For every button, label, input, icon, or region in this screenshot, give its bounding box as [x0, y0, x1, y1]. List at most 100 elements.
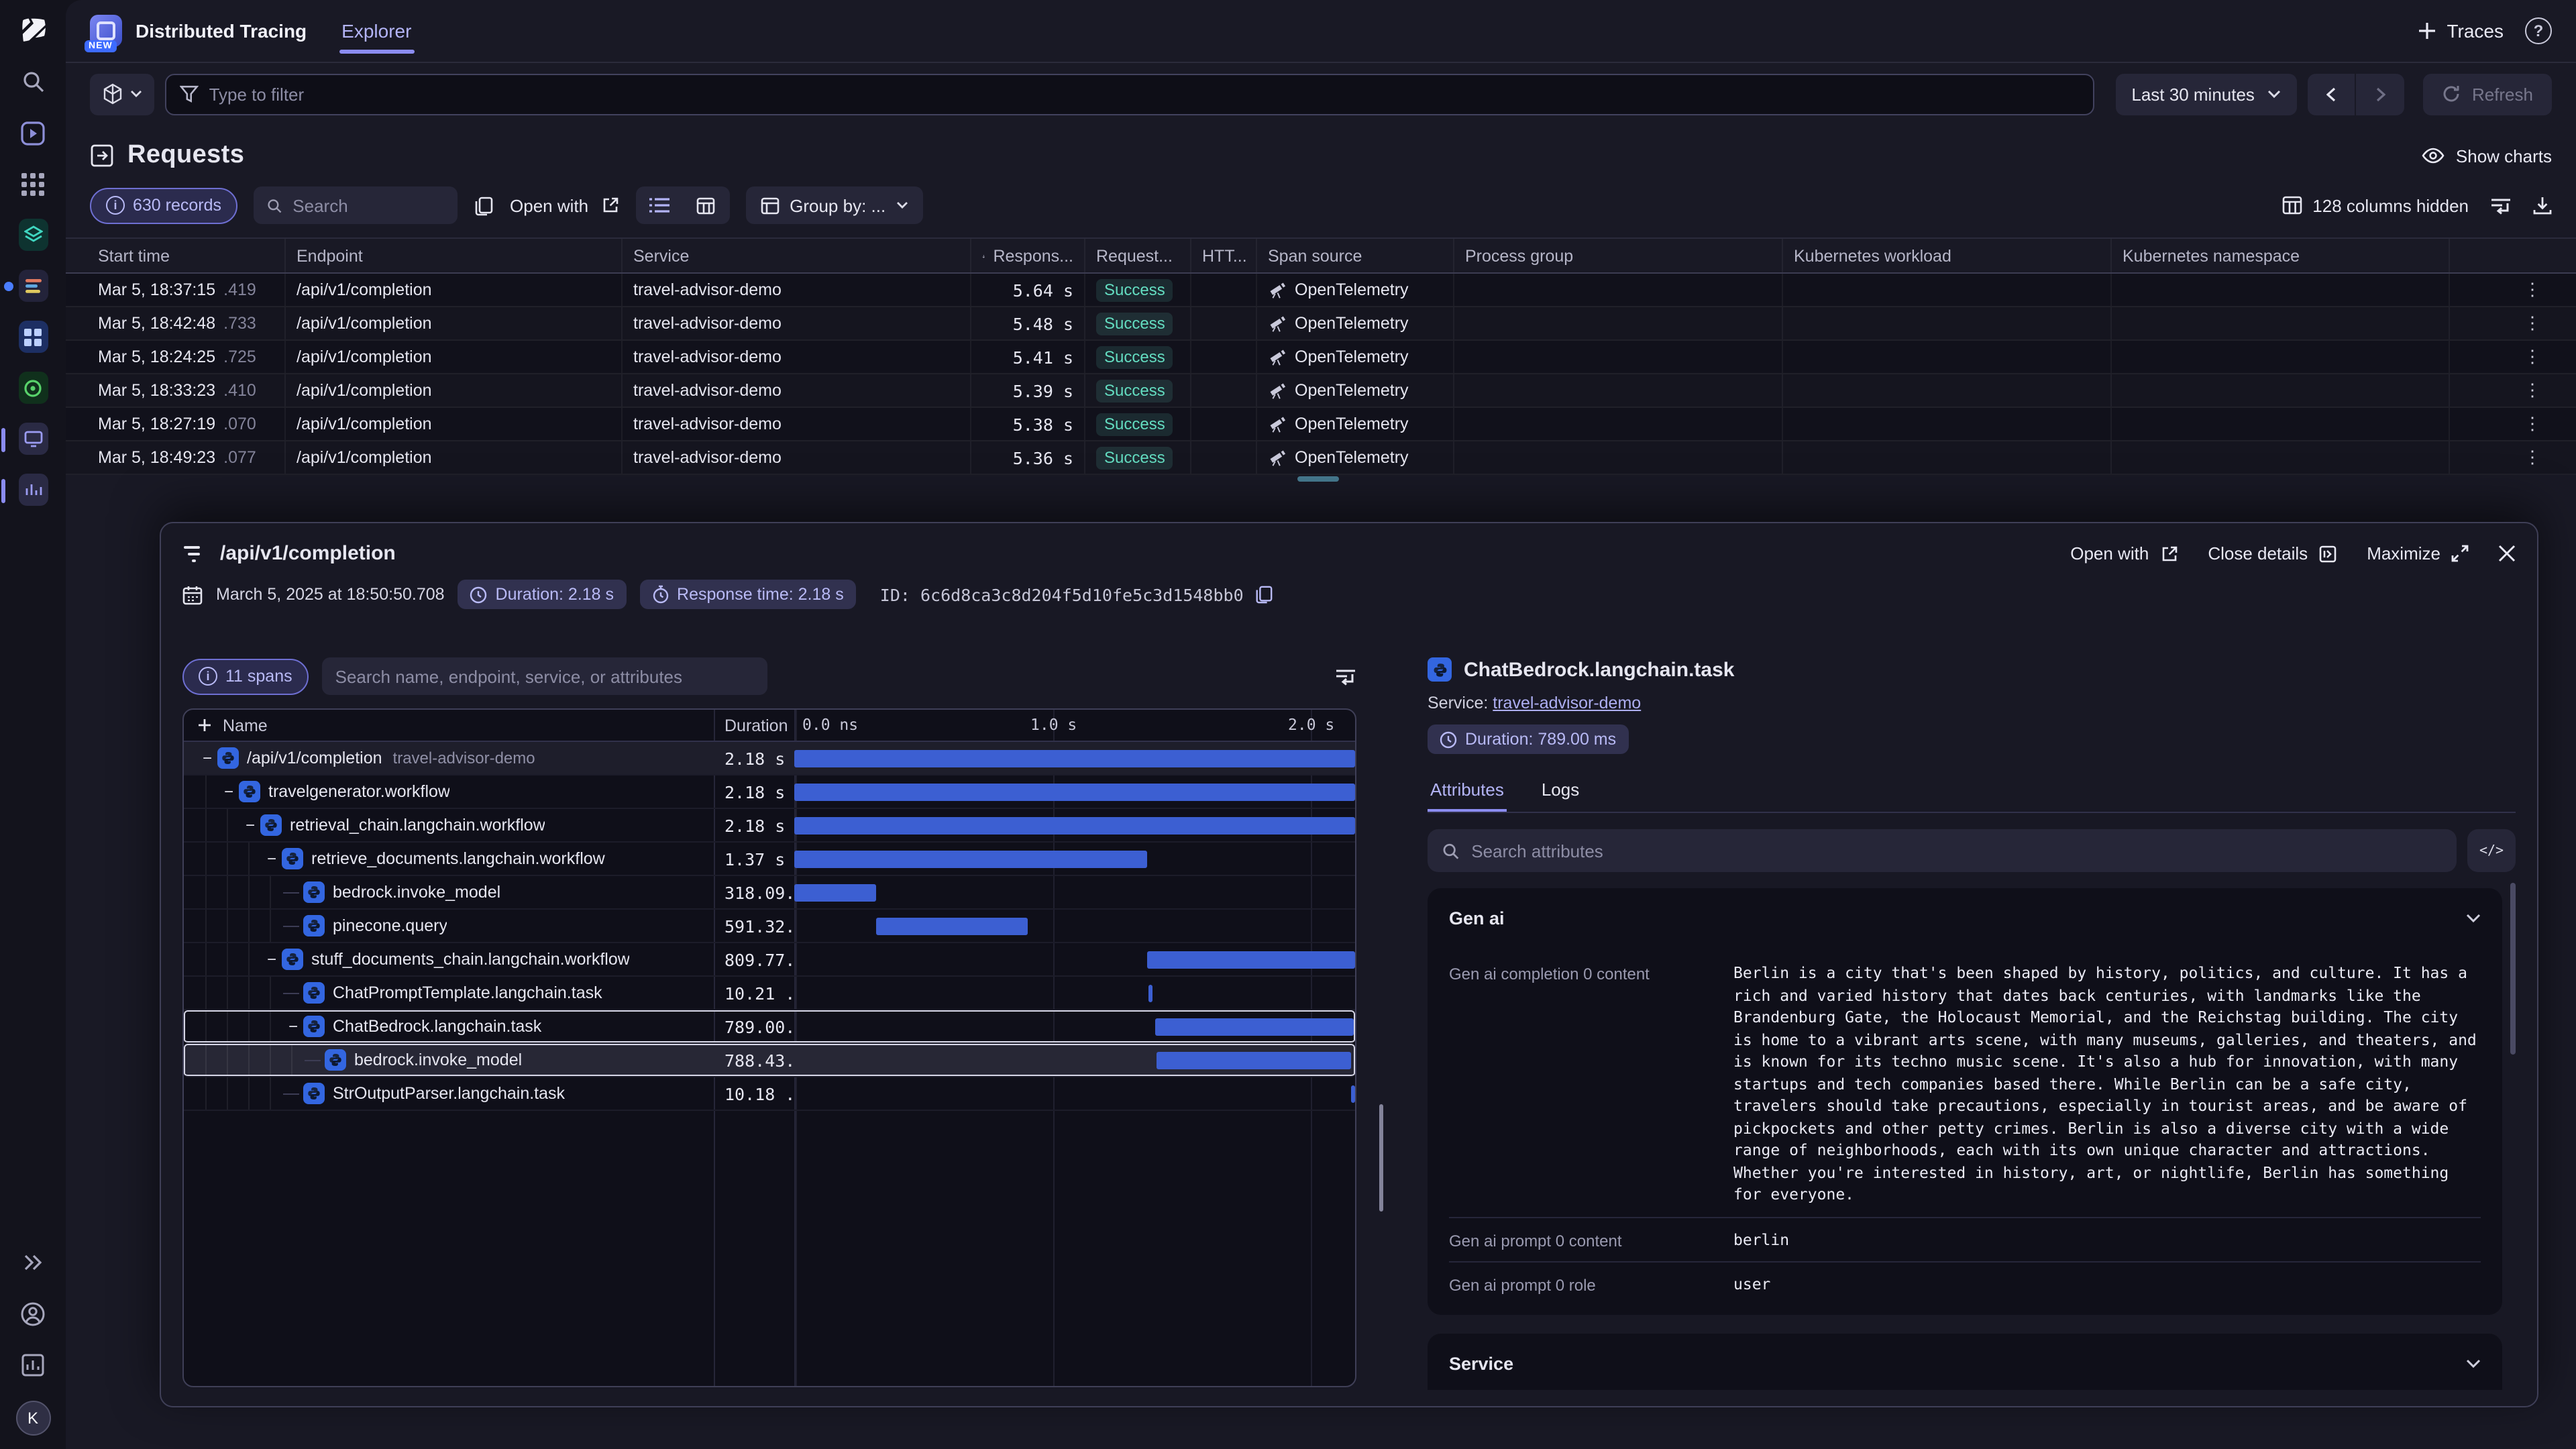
column-header[interactable]: HTT... [1190, 239, 1256, 272]
column-header[interactable]: Kubernetes workload [1782, 239, 2110, 272]
table-row[interactable]: Mar 5, 18:27:19.070 /api/v1/completion t… [66, 408, 2576, 441]
details-open-with-button[interactable]: Open with [2070, 543, 2178, 564]
code-view-button[interactable]: </> [2467, 829, 2516, 872]
row-menu-icon[interactable]: ⋮ [2524, 279, 2544, 301]
column-header[interactable]: Request... [1084, 239, 1190, 272]
pinned-app-1-icon[interactable] [18, 424, 48, 453]
show-charts-button[interactable]: Show charts [2422, 146, 2552, 166]
time-back-button[interactable] [2308, 73, 2357, 115]
table-row[interactable]: Mar 5, 18:24:25.725 /api/v1/completion t… [66, 341, 2576, 374]
column-header[interactable]: Process group [1453, 239, 1782, 272]
playback-icon[interactable] [18, 118, 48, 148]
logs-app-icon[interactable] [18, 271, 48, 301]
collapse-icon[interactable]: − [262, 950, 282, 969]
span-bar[interactable] [1155, 1018, 1354, 1036]
row-menu-icon[interactable]: ⋮ [2524, 313, 2544, 334]
collapse-icon[interactable]: − [262, 849, 282, 868]
requests-search-input[interactable] [292, 195, 444, 215]
span-bar[interactable] [794, 784, 1355, 801]
user-avatar[interactable]: K [15, 1401, 50, 1436]
time-range-button[interactable]: Last 30 minutes [2115, 73, 2298, 115]
span-row[interactable]: − ChatBedrock.langchain.task 789.00... [184, 1010, 1355, 1044]
span-row[interactable]: − stuff_documents_chain.langchain.workfl… [184, 943, 1355, 977]
table-row[interactable]: Mar 5, 18:42:48.733 /api/v1/completion t… [66, 307, 2576, 341]
search-icon[interactable] [18, 67, 48, 97]
table-row[interactable]: Mar 5, 18:49:23.077 /api/v1/completion t… [66, 441, 2576, 475]
collapse-icon[interactable]: − [240, 816, 260, 835]
duration-column-header[interactable]: Duration [714, 716, 794, 735]
span-row[interactable]: bedrock.invoke_model 318.09... [184, 876, 1355, 910]
span-bar[interactable] [1157, 1052, 1352, 1069]
collapse-icon[interactable]: − [197, 749, 217, 767]
account-icon[interactable] [18, 1299, 48, 1328]
attributes-scrollbar[interactable] [2510, 883, 2516, 1055]
expand-all-icon[interactable] [197, 718, 212, 733]
row-menu-icon[interactable]: ⋮ [2524, 447, 2544, 468]
maximize-button[interactable]: Maximize [2367, 543, 2469, 564]
tab-logs[interactable]: Logs [1539, 770, 1582, 812]
column-header-sorted[interactable]: Respons... [970, 239, 1084, 272]
attribute-row[interactable]: Gen ai prompt 0 role user [1449, 1261, 2481, 1306]
span-bar[interactable] [794, 851, 1147, 868]
column-header[interactable]: Span source [1256, 239, 1453, 272]
span-row[interactable]: StrOutputParser.langchain.task 10.18 ... [184, 1077, 1355, 1111]
download-icon[interactable] [2533, 196, 2552, 215]
expand-rail-icon[interactable] [18, 1248, 48, 1277]
close-details-button[interactable]: Close details [2208, 543, 2337, 564]
reorder-columns-icon[interactable] [2490, 197, 2512, 214]
list-view-button[interactable] [635, 186, 682, 224]
table-row[interactable]: Mar 5, 18:37:15.419 /api/v1/completion t… [66, 274, 2576, 307]
attributes-search-input[interactable] [1471, 841, 2442, 861]
span-row[interactable]: − /api/v1/completion travel-advisor-demo… [184, 742, 1355, 775]
copy-icon[interactable] [474, 195, 494, 215]
column-header[interactable]: Service [621, 239, 970, 272]
span-sort-icon[interactable] [1335, 667, 1356, 685]
span-bar[interactable] [794, 817, 1355, 835]
pane-resizer-handle[interactable] [1379, 1104, 1383, 1212]
chevron-down-icon[interactable] [2466, 1358, 2481, 1368]
table-horizontal-scrollbar[interactable] [1297, 476, 1339, 482]
row-menu-icon[interactable]: ⋮ [2524, 346, 2544, 368]
dashboards-icon[interactable] [18, 1350, 48, 1379]
table-view-button[interactable] [682, 186, 729, 224]
smartscape-app-icon[interactable] [18, 220, 48, 250]
chevron-down-icon[interactable] [2466, 914, 2481, 923]
columns-hidden-button[interactable]: 128 columns hidden [2282, 195, 2469, 215]
refresh-button[interactable]: Refresh [2424, 73, 2552, 115]
table-row[interactable]: Mar 5, 18:33:23.410 /api/v1/completion t… [66, 374, 2576, 408]
collapse-icon[interactable]: − [283, 1017, 303, 1036]
span-bar[interactable] [794, 750, 1355, 767]
dynatrace-logo-icon[interactable] [18, 16, 48, 46]
span-row[interactable]: pinecone.query 591.32... [184, 910, 1355, 943]
pinned-app-2-icon[interactable] [18, 475, 48, 504]
span-bar[interactable] [1148, 985, 1152, 1002]
add-traces-button[interactable]: Traces [2417, 20, 2504, 42]
help-icon[interactable]: ? [2525, 17, 2552, 44]
kubernetes-app-icon[interactable] [18, 373, 48, 402]
collapse-icon[interactable]: − [219, 782, 239, 801]
filter-input[interactable] [209, 84, 2080, 104]
span-bar[interactable] [876, 918, 1028, 935]
time-forward-button[interactable] [2357, 73, 2405, 115]
span-row[interactable]: − retrieve_documents.langchain.workflow … [184, 843, 1355, 876]
span-search-input[interactable] [335, 666, 754, 686]
row-menu-icon[interactable]: ⋮ [2524, 413, 2544, 435]
close-panel-button[interactable] [2498, 545, 2516, 562]
tab-attributes[interactable]: Attributes [1428, 770, 1507, 812]
open-with-button[interactable]: Open with [510, 195, 619, 215]
attribute-row[interactable]: Gen ai prompt 0 content berlin [1449, 1216, 2481, 1261]
span-row[interactable]: − retrieval_chain.langchain.workflow 2.1… [184, 809, 1355, 843]
group-by-button[interactable]: Group by: ... [745, 186, 923, 224]
span-bar[interactable] [1350, 1085, 1354, 1103]
apps-grid-icon[interactable] [18, 169, 48, 199]
span-row[interactable]: bedrock.invoke_model 788.43... [184, 1044, 1355, 1077]
span-bar[interactable] [1147, 951, 1355, 969]
span-row[interactable]: ChatPromptTemplate.langchain.task 10.21 … [184, 977, 1355, 1010]
grid-app-icon[interactable] [18, 322, 48, 352]
attribute-row[interactable]: Gen ai completion 0 content Berlin is a … [1449, 951, 2481, 1216]
copy-icon[interactable] [1254, 585, 1273, 604]
scope-selector-button[interactable] [90, 73, 154, 115]
name-column-header[interactable]: Name [223, 716, 268, 735]
span-bar[interactable] [794, 884, 876, 902]
tab-explorer[interactable]: Explorer [336, 0, 417, 62]
